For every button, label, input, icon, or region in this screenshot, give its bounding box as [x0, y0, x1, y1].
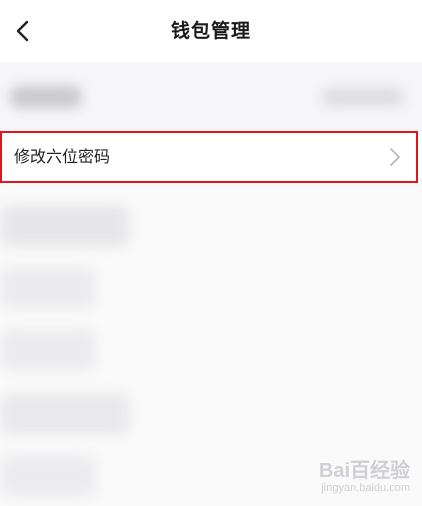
back-button[interactable] — [8, 14, 38, 48]
blurred-list-item[interactable] — [0, 393, 130, 435]
change-password-label: 修改六位密码 — [14, 147, 111, 166]
watermark-sub: jingyan.baidu.com — [321, 482, 410, 494]
chevron-right-icon — [390, 148, 400, 166]
page-title: 钱包管理 — [170, 20, 251, 42]
change-password-item[interactable]: 修改六位密码 — [0, 131, 418, 183]
blurred-list-item[interactable] — [0, 267, 96, 309]
blurred-value — [322, 88, 404, 106]
watermark-main: Bai百经验 — [318, 460, 410, 482]
chevron-left-icon — [16, 20, 29, 42]
watermark: Bai百经验 jingyan.baidu.com — [319, 460, 410, 494]
blurred-list-item[interactable] — [0, 329, 96, 371]
blurred-list-item[interactable] — [0, 455, 96, 497]
blurred-list-item[interactable] — [0, 205, 130, 247]
wallet-info-row[interactable] — [0, 62, 422, 132]
blurred-label — [10, 86, 82, 108]
nav-bar: 钱包管理 — [0, 0, 422, 62]
blurred-menu-list — [0, 183, 422, 506]
